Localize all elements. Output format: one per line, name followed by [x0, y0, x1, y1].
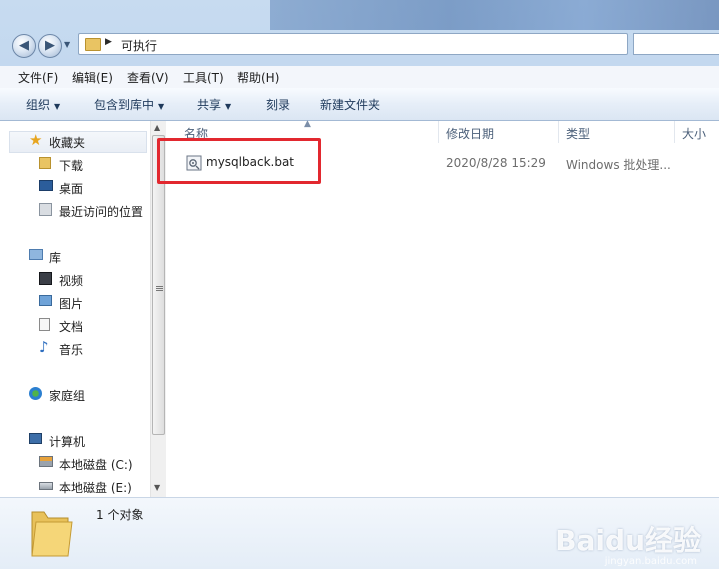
folder-icon: [85, 38, 101, 51]
column-divider[interactable]: [558, 121, 559, 143]
large-folder-icon: [31, 511, 73, 557]
organize-button[interactable]: 组织 ▼: [26, 96, 60, 113]
grip-icon: [156, 286, 163, 287]
column-divider[interactable]: [438, 121, 439, 143]
organize-label: 组织: [26, 98, 51, 112]
nav-label: 计算机: [49, 435, 86, 449]
back-arrow-icon: ◀: [19, 38, 29, 53]
watermark-url: jingyan.baidu.com: [604, 556, 697, 567]
menu-help[interactable]: 帮助(H): [237, 69, 279, 86]
forward-button[interactable]: ▶: [38, 34, 62, 58]
recent-places-icon: [39, 203, 52, 216]
download-folder-icon: [39, 157, 51, 169]
chevron-down-icon: ▼: [54, 102, 61, 111]
nav-label: 音乐: [59, 343, 84, 357]
picture-icon: [39, 295, 52, 306]
library-icon: [29, 249, 43, 260]
star-icon: ★: [29, 131, 43, 149]
menu-bar: 文件(F) 编辑(E) 查看(V) 工具(T) 帮助(H): [0, 66, 719, 89]
nav-label: 本地磁盘 (E:): [59, 481, 132, 495]
column-header-type[interactable]: 类型: [566, 125, 590, 142]
new-folder-button[interactable]: 新建文件夹: [320, 96, 380, 113]
video-icon: [39, 272, 52, 285]
music-note-icon: ♪: [39, 338, 49, 356]
nav-label: 桌面: [59, 182, 84, 196]
menu-file[interactable]: 文件(F): [18, 69, 58, 86]
item-count: 1 个对象: [96, 508, 144, 522]
forward-arrow-icon: ▶: [45, 38, 55, 53]
share-label: 共享: [197, 98, 222, 112]
column-divider[interactable]: [674, 121, 675, 143]
burn-button[interactable]: 刻录: [266, 96, 290, 113]
details-pane: 1 个对象 Baidu经验 jingyan.baidu.com: [0, 497, 719, 569]
document-icon: [39, 318, 50, 331]
title-bar-glare: [270, 0, 719, 30]
file-type: Windows 批处理...: [566, 158, 671, 172]
scroll-up-icon[interactable]: ▲: [154, 123, 160, 132]
computer-icon: [29, 433, 42, 444]
hard-drive-icon: [39, 482, 53, 490]
system-drive-icon: [39, 456, 53, 467]
search-input[interactable]: [633, 33, 719, 55]
homegroup-icon: [29, 387, 42, 400]
menu-tools[interactable]: 工具(T): [183, 69, 224, 86]
nav-label: 下载: [59, 159, 84, 173]
annotation-highlight-box: [157, 138, 321, 184]
nav-label: 家庭组: [49, 389, 86, 403]
sort-ascending-icon: ▲: [304, 119, 311, 129]
nav-label: 文档: [59, 320, 84, 334]
recent-pages-dropdown-icon[interactable]: ▼: [64, 40, 70, 49]
nav-label: 最近访问的位置: [59, 205, 144, 219]
navigation-pane: ★ 收藏夹 下载 桌面 最近访问的位置 库 视频 图片 文档 ♪ 音乐 家庭组 …: [0, 121, 150, 497]
include-in-library-label: 包含到库中: [94, 98, 155, 112]
menu-edit[interactable]: 编辑(E): [72, 69, 113, 86]
share-button[interactable]: 共享 ▼: [197, 96, 231, 113]
menu-view[interactable]: 查看(V): [127, 69, 169, 86]
chevron-down-icon: ▼: [225, 102, 232, 111]
include-in-library-button[interactable]: 包含到库中 ▼: [94, 96, 164, 113]
nav-label: 本地磁盘 (C:): [59, 458, 133, 472]
chevron-down-icon: ▼: [158, 102, 165, 111]
scroll-down-icon[interactable]: ▼: [154, 483, 160, 492]
column-header-modified[interactable]: 修改日期: [446, 125, 494, 142]
desktop-icon: [39, 180, 53, 191]
column-header-size[interactable]: 大小: [682, 125, 706, 142]
command-bar: 组织 ▼ 包含到库中 ▼ 共享 ▼ 刻录 新建文件夹: [0, 88, 719, 121]
file-modified-date: 2020/8/28 15:29: [446, 156, 546, 170]
nav-label: 图片: [59, 297, 84, 311]
nav-label: 收藏夹: [49, 136, 86, 150]
back-button[interactable]: ◀: [12, 34, 36, 58]
breadcrumb-arrow-icon[interactable]: ▶: [105, 37, 112, 47]
address-bar[interactable]: ▶ 可执行: [78, 33, 628, 55]
nav-label: 视频: [59, 274, 84, 288]
breadcrumb-current-folder[interactable]: 可执行: [121, 37, 157, 54]
watermark-logo: Baidu经验: [555, 524, 701, 557]
nav-label: 库: [49, 251, 62, 265]
